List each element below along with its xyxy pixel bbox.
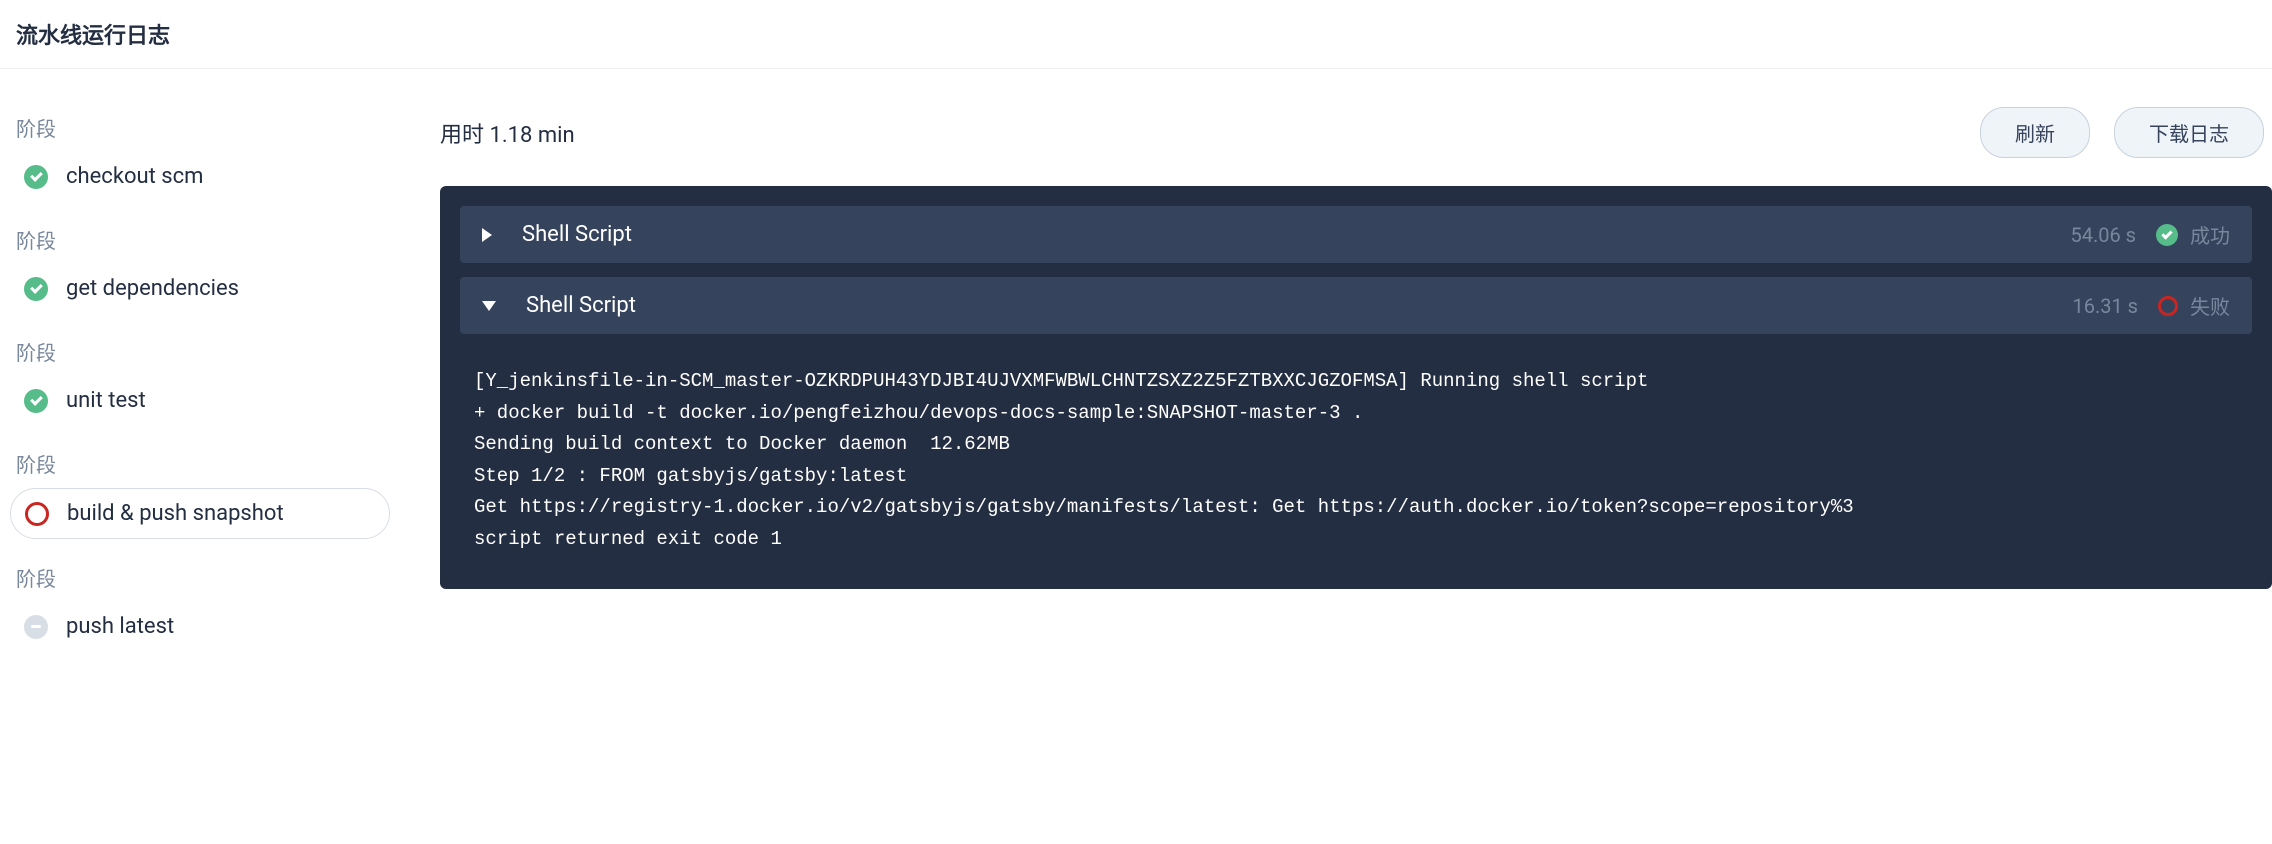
chevron-down-icon	[482, 301, 496, 311]
stage-item-unit-test[interactable]: unit test	[10, 376, 390, 425]
stage-name: get dependencies	[66, 276, 239, 301]
main-panel: 用时 1.18 min 刷新 下载日志 Shell Script 54.06 s…	[400, 89, 2272, 687]
step-status: 失败	[2190, 291, 2230, 320]
stage-item-push-latest[interactable]: push latest	[10, 602, 390, 651]
main-header: 用时 1.18 min 刷新 下载日志	[440, 107, 2272, 158]
stage-item-get-dependencies[interactable]: get dependencies	[10, 264, 390, 313]
check-circle-icon	[2156, 224, 2178, 246]
check-circle-icon	[24, 389, 48, 413]
stage-label: 阶段	[10, 107, 390, 152]
error-circle-icon	[25, 502, 49, 526]
stage-label: 阶段	[10, 557, 390, 602]
error-circle-icon	[2158, 296, 2178, 316]
step-time: 54.06 s	[2070, 223, 2136, 247]
page-title: 流水线运行日志	[16, 18, 2256, 50]
stage-label: 阶段	[10, 219, 390, 264]
stage-label: 阶段	[10, 331, 390, 376]
log-panel: Shell Script 54.06 s 成功 Shell Script 16.…	[440, 186, 2272, 589]
stage-name: checkout scm	[66, 164, 203, 189]
step-name: Shell Script	[526, 293, 2072, 318]
content: 阶段 checkout scm 阶段 get dependencies 阶段 u…	[0, 69, 2272, 687]
step-time: 16.31 s	[2072, 294, 2138, 318]
duration-label: 用时 1.18 min	[440, 117, 575, 149]
actions: 刷新 下载日志	[1980, 107, 2272, 158]
stage-label: 阶段	[10, 443, 390, 488]
log-output: [Y_jenkinsfile-in-SCM_master-OZKRDPUH43Y…	[440, 348, 2272, 559]
stage-name: push latest	[66, 614, 174, 639]
step-row[interactable]: Shell Script 54.06 s 成功	[460, 206, 2252, 263]
step-status: 成功	[2190, 220, 2230, 249]
stage-item-build-push-snapshot[interactable]: build & push snapshot	[10, 488, 390, 539]
chevron-right-icon	[482, 228, 492, 242]
pending-icon	[24, 615, 48, 639]
sidebar: 阶段 checkout scm 阶段 get dependencies 阶段 u…	[0, 89, 400, 687]
download-log-button[interactable]: 下载日志	[2114, 107, 2264, 158]
stage-name: build & push snapshot	[67, 501, 284, 526]
page-header: 流水线运行日志	[0, 0, 2272, 69]
stage-item-checkout-scm[interactable]: checkout scm	[10, 152, 390, 201]
stage-name: unit test	[66, 388, 146, 413]
check-circle-icon	[24, 277, 48, 301]
step-row[interactable]: Shell Script 16.31 s 失败	[460, 277, 2252, 334]
step-name: Shell Script	[522, 222, 2070, 247]
refresh-button[interactable]: 刷新	[1980, 107, 2090, 158]
check-circle-icon	[24, 165, 48, 189]
